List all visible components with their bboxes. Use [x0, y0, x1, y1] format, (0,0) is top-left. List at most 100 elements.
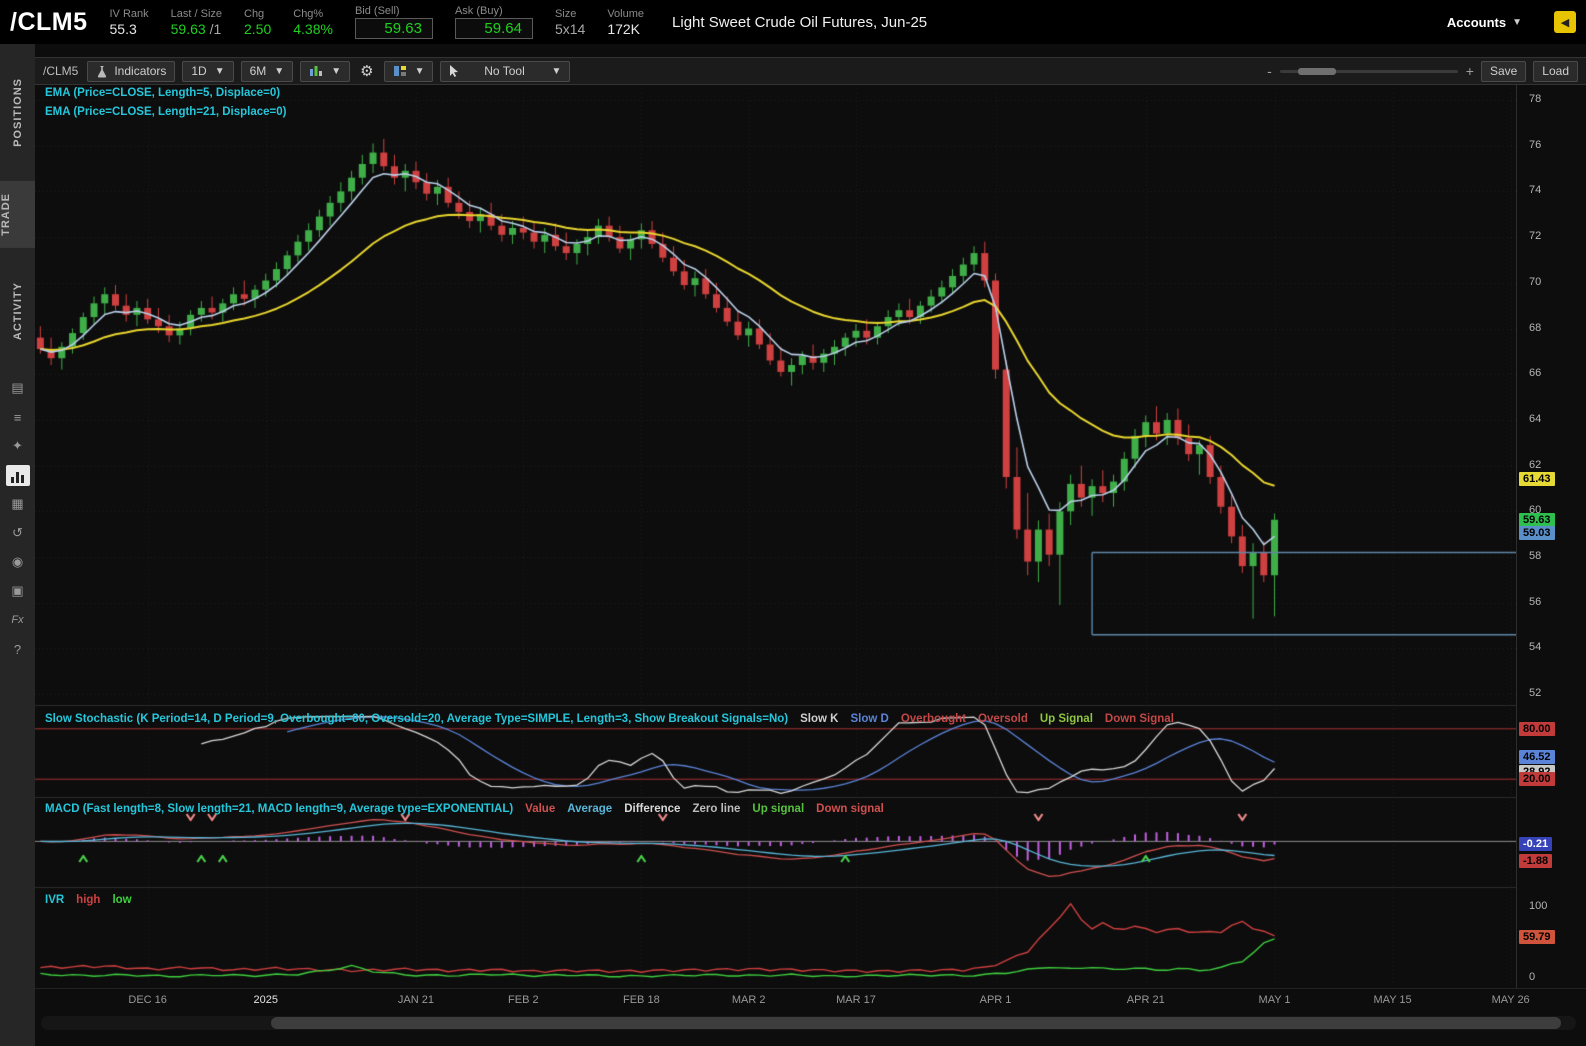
zoom-out-icon[interactable]: -: [1267, 63, 1272, 79]
volume-field: Volume 172K: [607, 8, 644, 37]
price-tick: 54: [1529, 641, 1542, 654]
symbol-title[interactable]: /CLM5: [10, 8, 88, 37]
ema-legend: EMA (Price=CLOSE, Length=5, Displace=0) …: [45, 87, 286, 118]
grid-icon[interactable]: ▦: [0, 490, 35, 519]
chg-field: Chg 2.50: [244, 8, 271, 37]
stoch-value-badge: 20.00: [1519, 772, 1555, 787]
legend-macd-zero-line: Zero line: [692, 803, 741, 815]
ema5-legend: EMA (Price=CLOSE, Length=5, Displace=0): [45, 87, 281, 99]
sidebar-tab-positions[interactable]: POSITIONS: [12, 66, 24, 159]
price-axis[interactable]: 78 76 74 72 70 68 66 64 62 60 58 56 54 52 61.43 59.63 59…: [1516, 85, 1586, 988]
time-tick: 2025: [253, 994, 278, 1006]
chevron-down-icon: ▼: [214, 65, 225, 77]
community-icon[interactable]: ◉: [0, 548, 35, 577]
ema21-value-badge: 61.43: [1519, 471, 1555, 486]
size-value: 5x14: [554, 20, 586, 37]
ema21-legend: EMA (Price=CLOSE, Length=21, Displace=0): [45, 106, 287, 118]
price-tick: 56: [1529, 595, 1542, 608]
range-dropdown[interactable]: 6M ▼: [240, 60, 294, 82]
timeframe-dropdown[interactable]: 1D ▼: [182, 60, 234, 82]
chart-scrollbar[interactable]: [41, 1016, 1576, 1030]
accounts-dropdown[interactable]: Accounts ▼: [1447, 15, 1522, 30]
price-tick: 72: [1529, 230, 1542, 243]
chevron-down-icon: ▼: [1512, 16, 1522, 28]
indicators-button[interactable]: Indicators: [87, 60, 176, 82]
legend-slow-k: Slow K: [800, 713, 839, 725]
chart-type-dropdown[interactable]: ▼: [300, 60, 351, 82]
chart-settings-button[interactable]: ⚙: [357, 61, 376, 82]
ivr-legend: IVR high low: [45, 894, 132, 906]
sidebar-tab-activity[interactable]: ACTIVITY: [12, 270, 24, 352]
quote-header: /CLM5 IV Rank 55.3 Last / Size 59.63 /1 …: [0, 0, 1586, 44]
sidebar-tab-trade[interactable]: TRADE: [0, 180, 35, 248]
bid-field: Bid (Sell) 59.63: [354, 5, 433, 39]
chg-pct-value: 4.38%: [293, 20, 333, 37]
legend-ivr-low: low: [112, 894, 132, 906]
ivr-axis-max: 100: [1529, 900, 1548, 913]
macd-legend-title: MACD (Fast length=8, Slow length=21, MAC…: [45, 803, 514, 815]
formula-icon[interactable]: Fx: [0, 606, 35, 635]
calendar-icon[interactable]: ▤: [0, 374, 35, 403]
price-tick: 64: [1529, 412, 1542, 425]
price-tick: 74: [1529, 184, 1542, 197]
chg-label: Chg: [244, 7, 265, 20]
macd-legend: MACD (Fast length=8, Slow length=21, MAC…: [45, 803, 884, 815]
drawing-tool-dropdown[interactable]: No Tool ▼: [440, 60, 571, 82]
chart-icon-glyph: [5, 464, 30, 486]
save-button[interactable]: Save: [1480, 60, 1527, 82]
last-price-badge: 59.63: [1519, 512, 1555, 527]
legend-slow-d: Slow D: [850, 713, 889, 725]
zoom-in-icon[interactable]: +: [1466, 63, 1474, 79]
zoom-slider-thumb[interactable]: [1297, 67, 1336, 75]
ivr-value-badge: 59.79: [1519, 929, 1555, 944]
legend-macd-difference: Difference: [624, 803, 681, 815]
layout-icon: [393, 66, 406, 76]
price-tick: 52: [1529, 687, 1542, 700]
products-icon[interactable]: ▣: [0, 577, 35, 606]
iv-rank-label: IV Rank: [109, 7, 149, 20]
range-value: 6M: [249, 64, 267, 78]
macd-value-badge: -1.88: [1519, 853, 1553, 868]
last-size-value: 59.63 /1: [171, 21, 222, 37]
watchlist-icon[interactable]: ≡: [0, 403, 35, 432]
last-size-suffix: /1: [209, 20, 222, 37]
chart-icon[interactable]: [0, 461, 35, 490]
ema5-value-badge: 59.03: [1519, 526, 1555, 541]
candlestick-chart-icon: [310, 66, 323, 76]
scrollbar-thumb[interactable]: [271, 1017, 1561, 1029]
collapse-panel-button[interactable]: ◀: [1554, 11, 1576, 33]
time-tick: JAN 21: [397, 994, 435, 1006]
time-tick: MAR 17: [836, 994, 876, 1006]
time-axis[interactable]: DEC 16 2025 JAN 21 FEB 2 FEB 18 MAR 2 MAR 17 AP…: [35, 988, 1586, 1012]
time-tick: APR 1: [979, 994, 1012, 1006]
cursor-icon: [450, 65, 459, 77]
price-tick: 70: [1529, 275, 1542, 288]
chart-toolbar: /CLM5 Indicators 1D ▼ 6M ▼ ▼ ⚙ ▼ No Tool…: [35, 57, 1586, 85]
history-icon[interactable]: ↺: [0, 519, 35, 548]
chevron-down-icon: ▼: [414, 65, 425, 77]
chg-value: 2.50: [244, 20, 272, 37]
accounts-label: Accounts: [1446, 14, 1507, 30]
stoch-value-badge: 46.52: [1519, 749, 1555, 764]
flask-icon: [98, 65, 107, 78]
candlestick-chart[interactable]: [35, 85, 1516, 988]
toolbar-symbol-label[interactable]: /CLM5: [43, 64, 78, 78]
help-icon[interactable]: ?: [0, 635, 35, 664]
ask-button[interactable]: 59.64: [454, 18, 533, 39]
chart-style-dropdown[interactable]: ▼: [383, 60, 434, 82]
timeframe-value: 1D: [191, 64, 207, 78]
volume-value: 172K: [607, 20, 641, 37]
legend-macd-average: Average: [567, 803, 613, 815]
legend-up-signal: Up Signal: [1039, 713, 1093, 725]
load-button[interactable]: Load: [1533, 60, 1578, 82]
bid-label: Bid (Sell): [354, 5, 400, 17]
zoom-slider[interactable]: [1279, 67, 1458, 75]
size-field: Size 5x14: [555, 8, 585, 37]
chart-panel: /CLM5 Indicators 1D ▼ 6M ▼ ▼ ⚙ ▼ No Tool…: [35, 44, 1586, 1046]
bid-button[interactable]: 59.63: [354, 18, 433, 39]
legend-oversold: Oversold: [978, 713, 1028, 725]
macd-value-badge: -0.21: [1519, 836, 1553, 851]
scan-icon[interactable]: ✦: [0, 432, 35, 461]
size-label: Size: [554, 7, 577, 20]
time-tick: MAR 2: [731, 994, 766, 1006]
